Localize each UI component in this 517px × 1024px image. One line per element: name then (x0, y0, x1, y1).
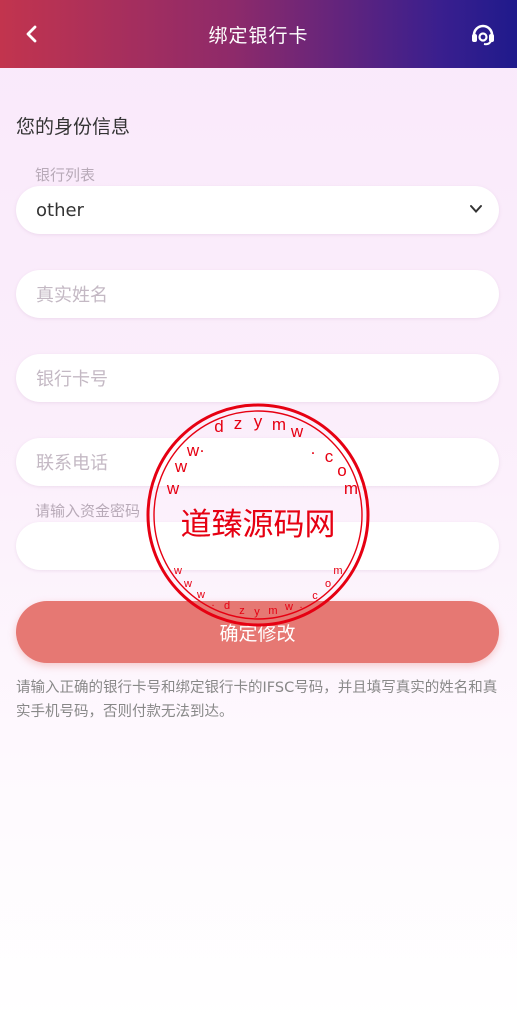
watermark-stamp: w w w . d z y m w . c o m w w w . d z y … (146, 403, 370, 627)
confirm-button[interactable]: 确定修改 (16, 601, 499, 663)
svg-text:o: o (325, 578, 331, 590)
svg-text:z: z (234, 414, 243, 433)
back-button[interactable] (16, 18, 48, 50)
real-name-placeholder: 真实姓名 (36, 285, 108, 306)
bank-card-note: 请输入正确的银行卡号和绑定银行卡的IFSC号码，并且填写真实的姓名和真实手机号码… (16, 680, 498, 720)
chevron-left-icon (26, 25, 37, 43)
customer-service-headset-icon (472, 24, 494, 46)
card-number-input[interactable]: 银行卡号 (16, 354, 499, 402)
phone-placeholder: 联系电话 (36, 453, 108, 474)
fund-password-input[interactable] (16, 522, 499, 570)
card-number-placeholder: 银行卡号 (36, 369, 108, 390)
top-bar: 绑定银行卡 (0, 0, 517, 68)
real-name-input[interactable]: 真实姓名 (16, 270, 499, 318)
page-title: 绑定银行卡 (208, 24, 309, 47)
phone-input[interactable]: 联系电话 (16, 438, 499, 486)
fund-password-label: 请输入资金密码 (35, 502, 141, 520)
svg-text:y: y (254, 412, 263, 431)
chevron-down-icon (470, 205, 482, 213)
svg-text:w: w (183, 578, 192, 590)
svg-text:w: w (196, 589, 205, 601)
bank-select[interactable]: other (16, 186, 499, 234)
bank-select-value: other (36, 199, 84, 221)
customer-service-button[interactable] (467, 18, 499, 50)
svg-text:d: d (214, 417, 223, 436)
bank-list-label: 银行列表 (35, 166, 96, 184)
svg-text:m: m (272, 415, 286, 434)
section-title: 您的身份信息 (16, 116, 131, 138)
